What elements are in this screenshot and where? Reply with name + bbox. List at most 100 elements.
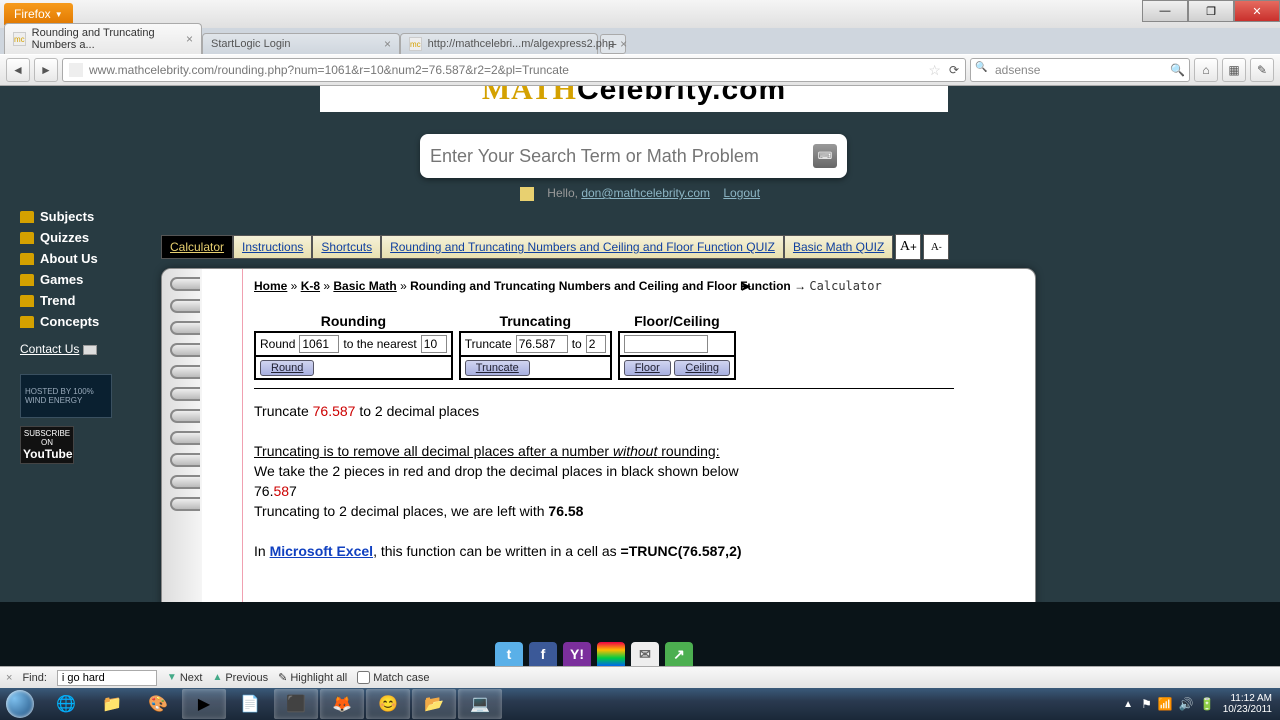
- tab-shortcuts[interactable]: Shortcuts: [312, 235, 381, 259]
- taskbar-firefox-icon[interactable]: 🦊: [320, 689, 364, 719]
- taskbar-yahoo-icon[interactable]: 😊: [366, 689, 410, 719]
- truncate-button[interactable]: Truncate: [465, 360, 530, 376]
- taskbar-ie-icon[interactable]: 🌐: [44, 689, 88, 719]
- share-icon[interactable]: ↗: [665, 642, 693, 666]
- breadcrumb: Home » K-8 » Basic Math » Rounding and T…: [254, 279, 1015, 293]
- ceiling-button[interactable]: Ceiling: [674, 360, 730, 376]
- notebook-binding: [162, 269, 202, 617]
- user-greeting: Hello, don@mathcelebrity.com Logout: [0, 186, 1280, 201]
- find-input[interactable]: [57, 670, 157, 686]
- facebook-icon[interactable]: f: [529, 642, 557, 666]
- round-to-input[interactable]: [421, 335, 447, 353]
- google-icon[interactable]: [597, 642, 625, 666]
- excel-link[interactable]: Microsoft Excel: [270, 543, 373, 559]
- contact-us-link[interactable]: Contact Us: [20, 342, 97, 356]
- reload-icon[interactable]: ⟳: [949, 63, 959, 77]
- wind-energy-badge[interactable]: HOSTED BY 100% WIND ENERGY: [20, 374, 112, 418]
- tab-close-icon[interactable]: ×: [384, 37, 391, 51]
- find-close-icon[interactable]: ×: [6, 672, 12, 684]
- tab-close-icon[interactable]: ×: [620, 37, 627, 51]
- mail-icon[interactable]: ✉: [631, 642, 659, 666]
- sidebar-item-subjects[interactable]: Subjects: [20, 206, 150, 227]
- addon-button[interactable]: ✎: [1250, 58, 1274, 82]
- font-increase-button[interactable]: A+: [895, 234, 921, 260]
- firefox-menu-button[interactable]: Firefox ▼: [4, 3, 73, 25]
- tab-close-icon[interactable]: ×: [186, 32, 193, 46]
- l: Next: [180, 672, 203, 684]
- crumb-arrow: →: [794, 279, 806, 293]
- back-button[interactable]: ◄: [6, 58, 30, 82]
- sidebar-item-games[interactable]: Games: [20, 269, 150, 290]
- home-button[interactable]: ⌂: [1194, 58, 1218, 82]
- feed-button[interactable]: ▦: [1222, 58, 1246, 82]
- tab-startlogic[interactable]: StartLogic Login ×: [202, 33, 400, 54]
- find-prev-button[interactable]: ▲Previous: [212, 672, 268, 684]
- site-logo[interactable]: MATHCelebrity.com: [320, 86, 948, 112]
- tab-algexpress[interactable]: mc http://mathcelebri...m/algexpress2.ph…: [400, 33, 598, 54]
- window-maximize-button[interactable]: ❐: [1188, 0, 1234, 22]
- round-value-input[interactable]: [299, 335, 339, 353]
- window-minimize-button[interactable]: —: [1142, 0, 1188, 22]
- twitter-icon[interactable]: t: [495, 642, 523, 666]
- trunc-to-input[interactable]: [586, 335, 606, 353]
- tray-volume-icon[interactable]: 🔊: [1179, 697, 1194, 711]
- search-text: adsense: [995, 63, 1040, 77]
- font-decrease-button[interactable]: A-: [923, 234, 949, 260]
- sidebar-item-concepts[interactable]: Concepts: [20, 311, 150, 332]
- social-icons: t f Y! ✉ ↗: [495, 642, 693, 666]
- tab-calculator[interactable]: Calculator: [161, 235, 233, 259]
- tab-rounding-quiz[interactable]: Rounding and Truncating Numbers and Ceil…: [381, 235, 784, 259]
- site-search-box[interactable]: ⌨: [420, 134, 847, 178]
- tray-power-icon[interactable]: 🔋: [1200, 697, 1215, 711]
- tray-network-icon[interactable]: 📶: [1158, 697, 1173, 711]
- taskbar-gimp-icon[interactable]: 🎨: [136, 689, 180, 719]
- find-next-button[interactable]: ▼Next: [167, 672, 203, 684]
- crumb-basic[interactable]: Basic Math: [333, 279, 396, 293]
- taskbar-notepad-icon[interactable]: 📄: [228, 689, 272, 719]
- t: 58: [273, 483, 289, 499]
- search-go-icon[interactable]: 🔍: [1170, 63, 1185, 77]
- match-case-box[interactable]: [357, 671, 370, 684]
- crumb-current: Calculator: [809, 279, 881, 293]
- truncate-row: Truncate to: [459, 331, 612, 357]
- browser-search-bar[interactable]: 🔍 adsense 🔍: [970, 58, 1190, 82]
- floor-button[interactable]: Floor: [624, 360, 671, 376]
- match-case-checkbox[interactable]: Match case: [357, 671, 429, 684]
- user-email-link[interactable]: don@mathcelebrity.com: [581, 186, 710, 200]
- tab-title: Rounding and Truncating Numbers a...: [32, 27, 180, 51]
- forward-button[interactable]: ►: [34, 58, 58, 82]
- round-button[interactable]: Round: [260, 360, 314, 376]
- l: Previous: [225, 672, 268, 684]
- tab-active[interactable]: mc Rounding and Truncating Numbers a... …: [4, 23, 202, 54]
- crumb-home[interactable]: Home: [254, 279, 287, 293]
- yahoo-icon[interactable]: Y!: [563, 642, 591, 666]
- sidebar: Subjects Quizzes About Us Games Trend Co…: [20, 206, 150, 464]
- highlight-all-button[interactable]: ✎ Highlight all: [278, 671, 347, 684]
- fc-value-input[interactable]: [624, 335, 708, 353]
- calculator-icon[interactable]: ⌨: [813, 144, 837, 168]
- site-search-input[interactable]: [430, 146, 813, 167]
- sidebar-item-about[interactable]: About Us: [20, 248, 150, 269]
- logout-link[interactable]: Logout: [723, 186, 760, 200]
- taskbar-media-icon[interactable]: ▶: [182, 689, 226, 719]
- taskbar-app1-icon[interactable]: ⬛: [274, 689, 318, 719]
- tab-title: http://mathcelebri...m/algexpress2.php: [428, 38, 614, 50]
- window-close-button[interactable]: ✕: [1234, 0, 1280, 22]
- taskbar-folder-icon[interactable]: 📂: [412, 689, 456, 719]
- tab-basicmath-quiz[interactable]: Basic Math QUIZ: [784, 235, 893, 259]
- taskbar-explorer-icon[interactable]: 📁: [90, 689, 134, 719]
- start-button[interactable]: [0, 688, 40, 720]
- sidebar-item-quizzes[interactable]: Quizzes: [20, 227, 150, 248]
- trunc-value-input[interactable]: [516, 335, 568, 353]
- bookmark-star-icon[interactable]: ☆: [928, 62, 941, 79]
- sidebar-item-trend[interactable]: Trend: [20, 290, 150, 311]
- taskbar-clock[interactable]: 11:12 AM 10/23/2011: [1223, 693, 1272, 715]
- tray-flag-icon[interactable]: ⚑: [1141, 697, 1152, 711]
- url-bar[interactable]: www.mathcelebrity.com/rounding.php?num=1…: [62, 58, 966, 82]
- tray-expand-icon[interactable]: ▲: [1123, 699, 1133, 710]
- mail-icon: [83, 345, 97, 355]
- crumb-k8[interactable]: K-8: [301, 279, 320, 293]
- tab-instructions[interactable]: Instructions: [233, 235, 312, 259]
- youtube-subscribe-badge[interactable]: SUBSCRIBE ON YouTube: [20, 426, 74, 464]
- taskbar-app2-icon[interactable]: 💻: [458, 689, 502, 719]
